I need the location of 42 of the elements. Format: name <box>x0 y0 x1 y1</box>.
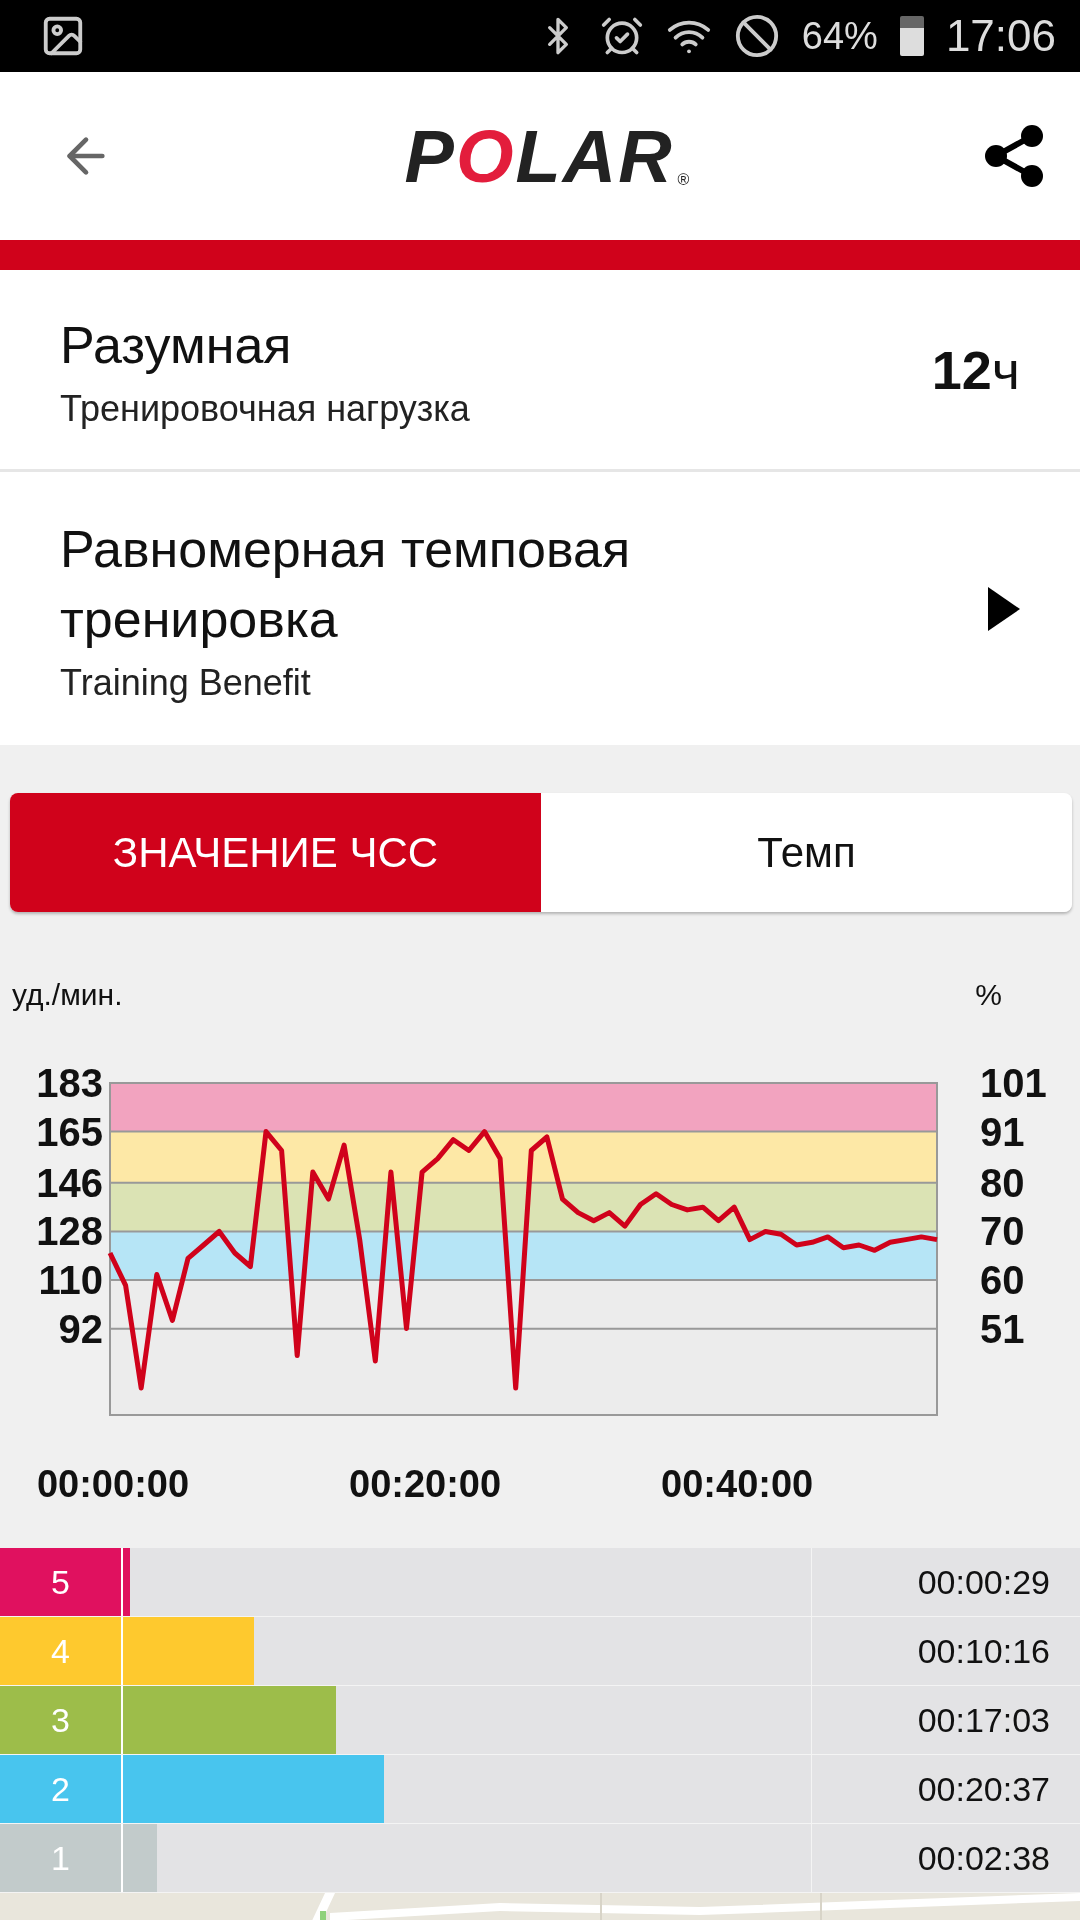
training-load-value: 12ч <box>931 338 1020 401</box>
axis-label: 146 <box>36 1160 103 1205</box>
zone-number: 5 <box>0 1548 123 1616</box>
zone-time: 00:17:03 <box>812 1686 1080 1754</box>
training-benefit-subtitle: Training Benefit <box>60 661 312 704</box>
axis-label: 128 <box>36 1209 103 1254</box>
brand-logo: POLAR® <box>404 113 692 199</box>
do-not-disturb-icon <box>733 13 780 59</box>
axis-label: 91 <box>980 1109 1025 1154</box>
battery-percent: 64% <box>801 14 878 58</box>
axis-label: 00:00:00 <box>36 1463 190 1505</box>
zone-time: 00:00:29 <box>812 1548 1080 1616</box>
zone-number: 3 <box>0 1686 123 1754</box>
zone-time: 00:20:37 <box>812 1755 1080 1823</box>
axis-label: 51 <box>980 1306 1025 1351</box>
zone-time: 00:02:38 <box>812 1824 1080 1892</box>
clock-time: 17:06 <box>945 11 1056 61</box>
play-icon <box>988 586 1020 631</box>
axis-label: 70 <box>980 1209 1025 1254</box>
battery-icon <box>899 16 924 56</box>
zone-time: 00:10:16 <box>812 1617 1080 1685</box>
training-benefit-card[interactable]: Равномерная темповая тренировка Training Benefit <box>0 472 1080 745</box>
axis-label: 183 <box>36 1061 103 1105</box>
chart-tab[interactable]: ЗНАЧЕНИЕ ЧСС <box>10 793 541 912</box>
training-load-subtitle: Тренировочная нагрузка <box>60 387 470 430</box>
axis-label: 101 <box>980 1061 1047 1105</box>
chart-tab[interactable]: Темп <box>541 793 1072 912</box>
axis-label: 110 <box>38 1258 103 1303</box>
share-icon[interactable] <box>982 124 1046 188</box>
axis-label: 00:40:00 <box>661 1463 814 1505</box>
axis-label: 00:20:00 <box>349 1463 502 1505</box>
heart-rate-unit: уд./мин. <box>12 978 123 1012</box>
axis-label: 165 <box>36 1109 103 1154</box>
training-load-title: Разумная <box>60 314 293 376</box>
axis-label: 80 <box>980 1160 1025 1205</box>
percent-unit: % <box>975 978 1002 1012</box>
training-benefit-title: Равномерная темповая тренировка <box>60 518 632 650</box>
zone-number: 1 <box>0 1824 123 1892</box>
zone-number: 4 <box>0 1617 123 1685</box>
axis-label: 92 <box>58 1306 103 1351</box>
axis-label: 60 <box>980 1258 1025 1303</box>
zone-number: 2 <box>0 1755 123 1823</box>
